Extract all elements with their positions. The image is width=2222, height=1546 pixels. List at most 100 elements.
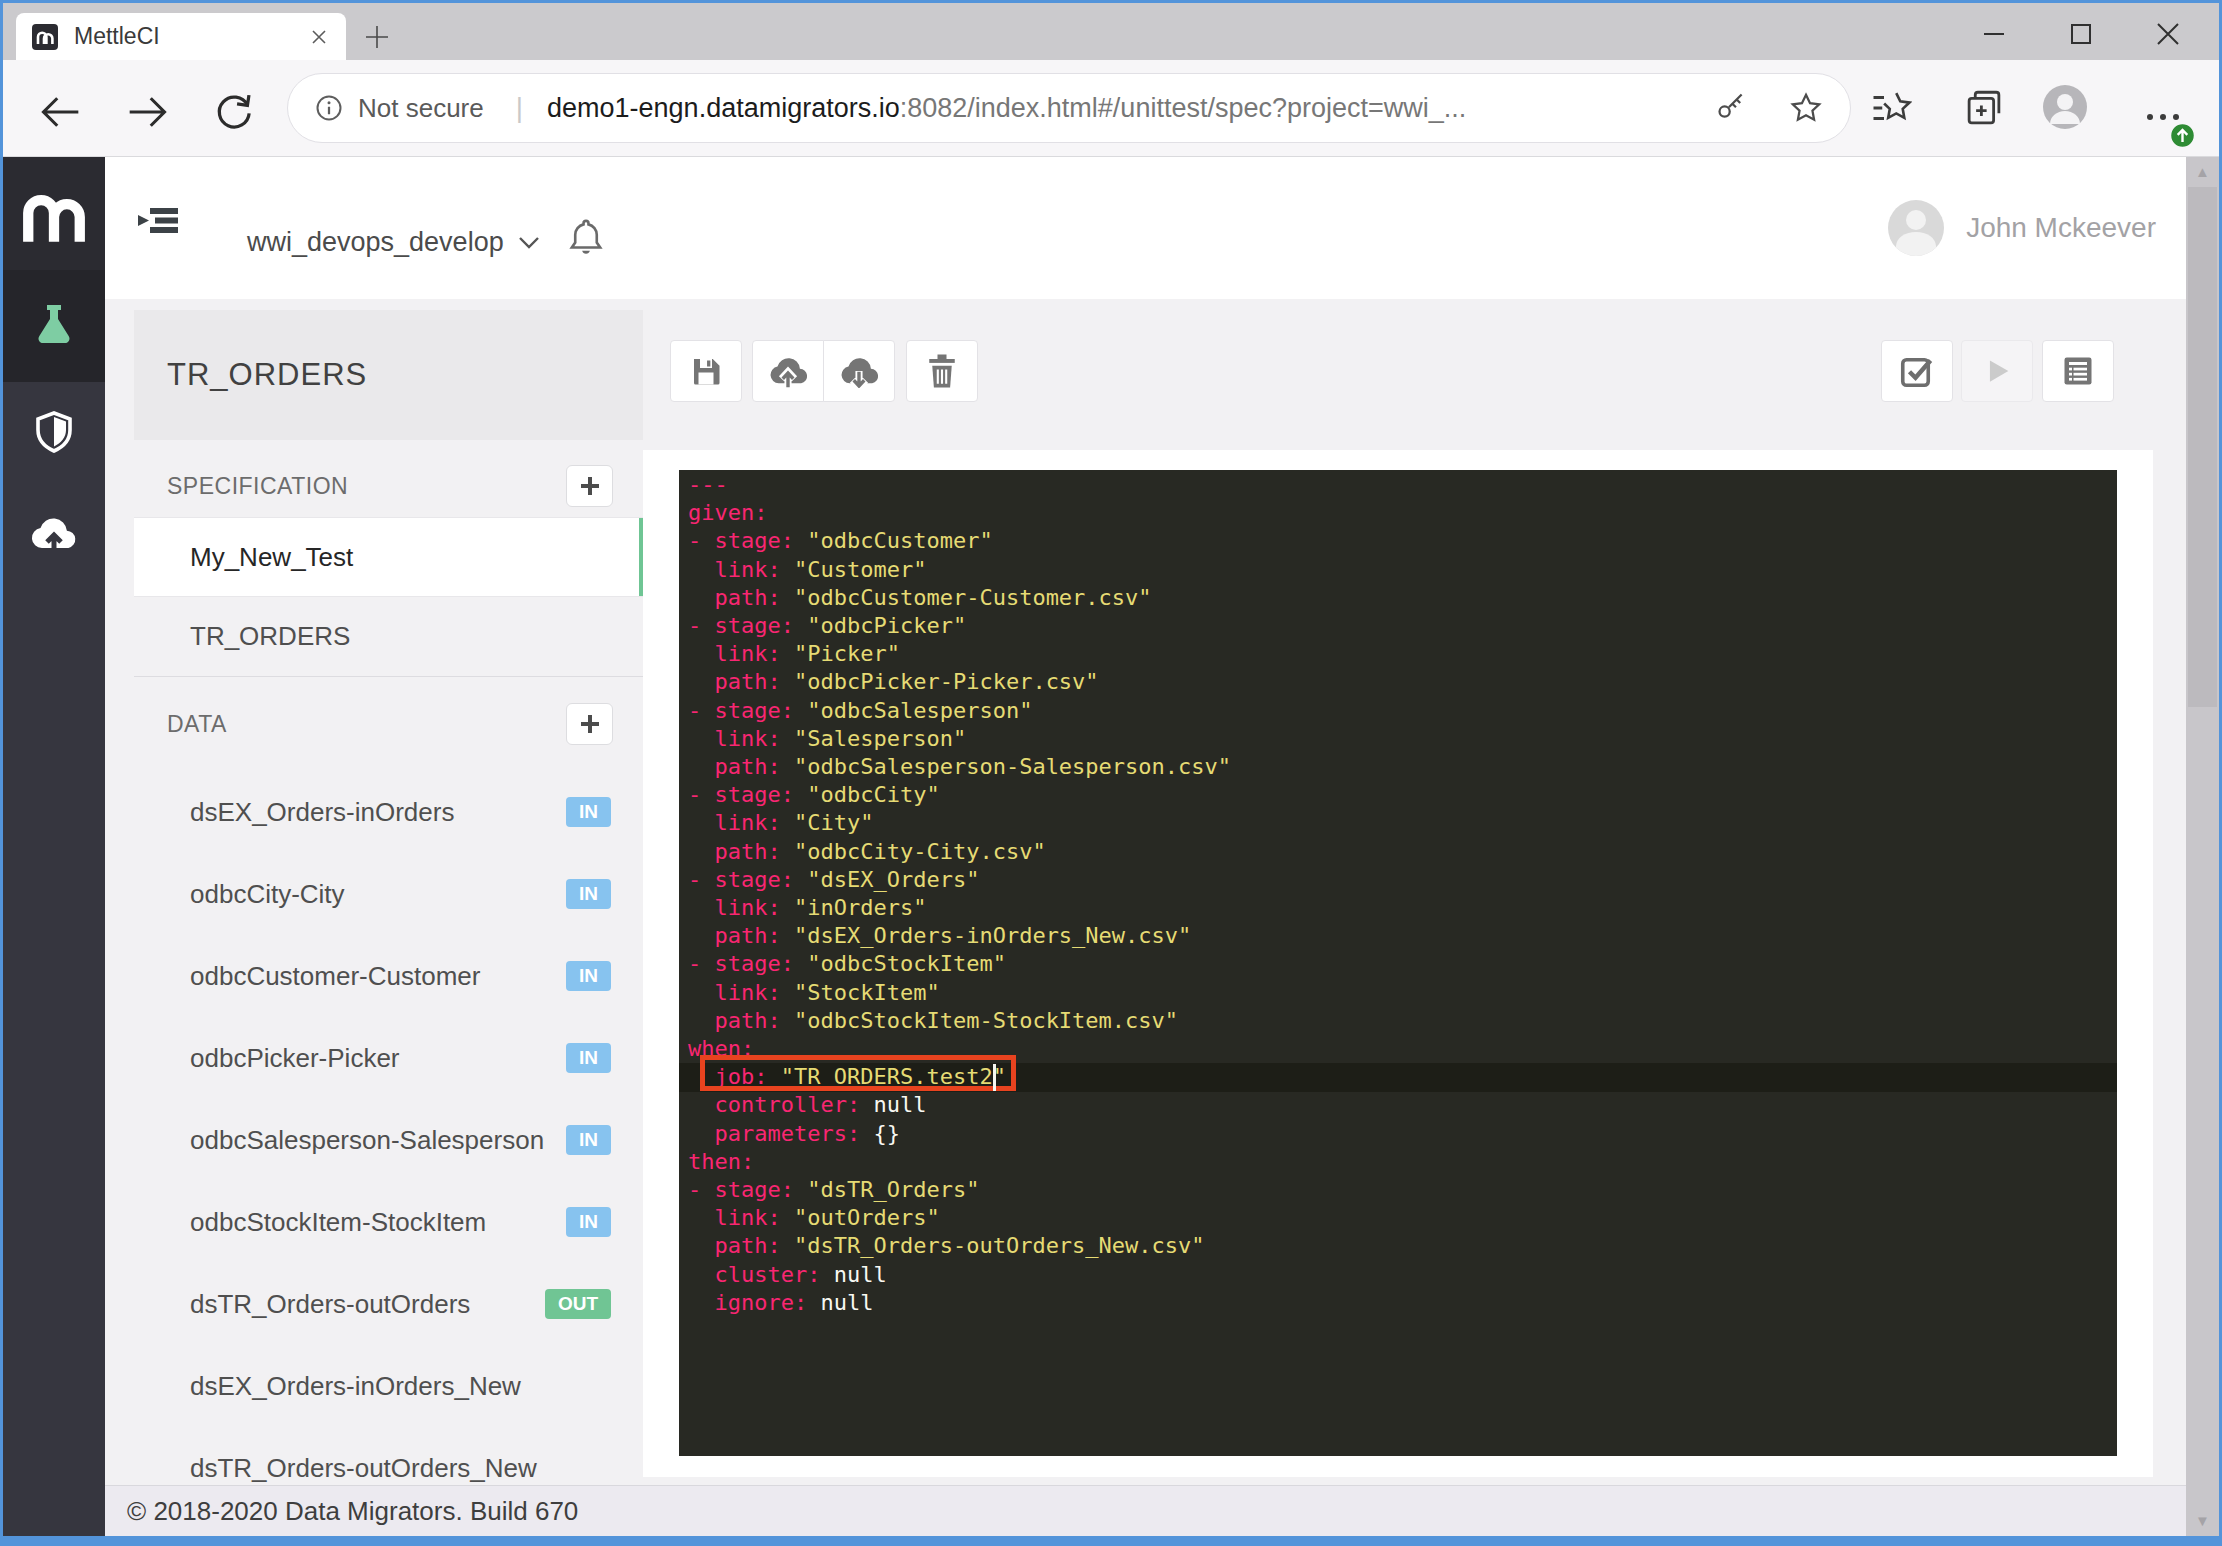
data-item[interactable]: odbcPicker-PickerIN (134, 1017, 645, 1099)
code-line[interactable]: link: "outOrders" (688, 1204, 1231, 1232)
scrollbar-thumb[interactable] (2188, 187, 2217, 707)
validate-button[interactable] (1881, 340, 1953, 402)
delete-button[interactable] (906, 340, 978, 402)
code-line[interactable]: link: "Salesperson" (688, 725, 1231, 753)
notifications-bell-icon[interactable] (567, 217, 605, 257)
code-line[interactable]: - stage: "odbcStockItem" (688, 950, 1231, 978)
address-bar[interactable]: Not secure | demo1-engn.datamigrators.io… (287, 73, 1851, 143)
spec-item[interactable]: My_New_Test (134, 517, 645, 597)
report-button[interactable] (2042, 340, 2114, 402)
play-icon (1980, 354, 2014, 388)
tab-close-icon[interactable] (308, 26, 330, 48)
data-item[interactable]: dsEX_Orders-inOrders_New (134, 1345, 645, 1427)
shield-icon (36, 411, 72, 453)
code-line[interactable]: link: "Picker" (688, 640, 1231, 668)
data-item-label: odbcSalesperson-Salesperson (190, 1125, 566, 1156)
code-line[interactable]: - stage: "odbcSalesperson" (688, 697, 1231, 725)
direction-badge: OUT (545, 1289, 611, 1319)
data-item[interactable]: dsTR_Orders-outOrdersOUT (134, 1263, 645, 1345)
code-line[interactable]: link: "City" (688, 809, 1231, 837)
sidebar-compliance-item[interactable] (3, 402, 105, 462)
window-maximize-button[interactable] (2037, 11, 2124, 57)
code-line[interactable]: link: "inOrders" (688, 894, 1231, 922)
specification-section-header: SPECIFICATION (134, 455, 645, 517)
upload-button[interactable] (752, 340, 824, 402)
direction-badge: IN (566, 879, 611, 909)
code-line[interactable]: path: "odbcCustomer-Customer.csv" (688, 584, 1231, 612)
data-item[interactable]: odbcStockItem-StockItemIN (134, 1181, 645, 1263)
yaml-editor[interactable]: ---given:- stage: "odbcCustomer" link: "… (679, 470, 2117, 1456)
collections-icon[interactable] (1963, 87, 2005, 129)
window-minimize-button[interactable] (1950, 11, 2037, 57)
code-line[interactable]: path: "odbcSalesperson-Salesperson.csv" (688, 753, 1231, 781)
favorite-star-icon[interactable] (1788, 90, 1824, 126)
window-close-button[interactable] (2124, 11, 2211, 57)
save-button[interactable] (670, 340, 742, 402)
data-item-label: odbcPicker-Picker (190, 1043, 566, 1074)
new-tab-button[interactable] (355, 13, 399, 60)
annotation-highlight-box (700, 1055, 1016, 1091)
code-line[interactable]: - stage: "odbcPicker" (688, 612, 1231, 640)
download-button[interactable] (823, 340, 895, 402)
password-key-icon[interactable] (1714, 91, 1748, 125)
app-header: wwi_devops_develop John Mckeever (105, 157, 2186, 299)
code-line[interactable]: link: "Customer" (688, 556, 1231, 584)
data-item[interactable]: dsEX_Orders-inOrdersIN (134, 771, 645, 853)
code-line[interactable]: --- (688, 471, 1231, 499)
data-item-label: dsEX_Orders-inOrders_New (190, 1371, 645, 1402)
sidebar-toggle-icon[interactable] (136, 207, 180, 234)
code-line[interactable]: - stage: "dsTR_Orders" (688, 1176, 1231, 1204)
run-button[interactable] (1961, 340, 2033, 402)
scroll-down-arrow[interactable]: ▼ (2186, 1506, 2219, 1536)
forward-button[interactable] (126, 90, 170, 134)
code-line[interactable]: controller: null (688, 1091, 1231, 1119)
data-list: dsEX_Orders-inOrdersINodbcCity-CityINodb… (134, 771, 645, 1509)
browser-profile-avatar[interactable] (2041, 83, 2089, 131)
data-item-label: dsEX_Orders-inOrders (190, 797, 566, 828)
code-line[interactable]: - stage: "odbcCity" (688, 781, 1231, 809)
code-line[interactable]: then: (688, 1148, 1231, 1176)
refresh-button[interactable] (211, 89, 257, 135)
user-avatar[interactable] (1888, 200, 1944, 256)
sidebar-tests-item[interactable] (3, 270, 105, 382)
code-line[interactable]: path: "odbcPicker-Picker.csv" (688, 668, 1231, 696)
app-footer: © 2018-2020 Data Migrators. Build 670 (105, 1485, 2186, 1536)
data-item[interactable]: odbcCity-CityIN (134, 853, 645, 935)
add-specification-button[interactable] (566, 465, 613, 507)
code-line[interactable]: given: (688, 499, 1231, 527)
scroll-up-arrow[interactable]: ▲ (2186, 157, 2219, 187)
specification-list: My_New_TestTR_ORDERS (134, 517, 645, 677)
trash-icon (925, 353, 959, 389)
data-item[interactable]: odbcCustomer-CustomerIN (134, 935, 645, 1017)
project-selector[interactable]: wwi_devops_develop (247, 171, 540, 313)
add-data-button[interactable] (566, 703, 613, 745)
code-line[interactable]: path: "odbcCity-City.csv" (688, 838, 1231, 866)
code-line[interactable]: path: "dsTR_Orders-outOrders_New.csv" (688, 1232, 1231, 1260)
code-line[interactable]: cluster: null (688, 1261, 1231, 1289)
project-name: wwi_devops_develop (247, 227, 504, 258)
sync-update-badge[interactable] (2169, 122, 2196, 149)
back-button[interactable] (38, 90, 82, 134)
code-line[interactable]: path: "dsEX_Orders-inOrders_New.csv" (688, 922, 1231, 950)
code-line[interactable]: path: "odbcStockItem-StockItem.csv" (688, 1007, 1231, 1035)
data-item[interactable]: odbcSalesperson-SalespersonIN (134, 1099, 645, 1181)
code-line[interactable]: - stage: "dsEX_Orders" (688, 866, 1231, 894)
yaml-code[interactable]: ---given:- stage: "odbcCustomer" link: "… (688, 471, 1231, 1317)
mettleci-logo[interactable] (3, 157, 105, 270)
code-line[interactable]: ignore: null (688, 1289, 1231, 1317)
direction-badge: IN (566, 1125, 611, 1155)
tab-title: MettleCI (74, 23, 308, 50)
url-text[interactable]: demo1-engn.datamigrators.io:8082/index.h… (547, 93, 1714, 124)
spec-item[interactable]: TR_ORDERS (134, 597, 645, 677)
code-line[interactable]: - stage: "odbcCustomer" (688, 527, 1231, 555)
browser-tab[interactable]: MettleCI (16, 13, 346, 60)
code-line[interactable]: parameters: {} (688, 1120, 1231, 1148)
test-title-box: TR_ORDERS (134, 310, 643, 440)
mettleci-favicon (32, 24, 58, 50)
browser-scrollbar[interactable]: ▲ ▼ (2186, 157, 2219, 1536)
security-label: Not secure (358, 93, 484, 124)
report-list-icon (2060, 353, 2096, 389)
favorites-bar-icon[interactable] (1870, 87, 1912, 129)
sidebar-deploy-item[interactable] (3, 504, 105, 564)
code-line[interactable]: link: "StockItem" (688, 979, 1231, 1007)
